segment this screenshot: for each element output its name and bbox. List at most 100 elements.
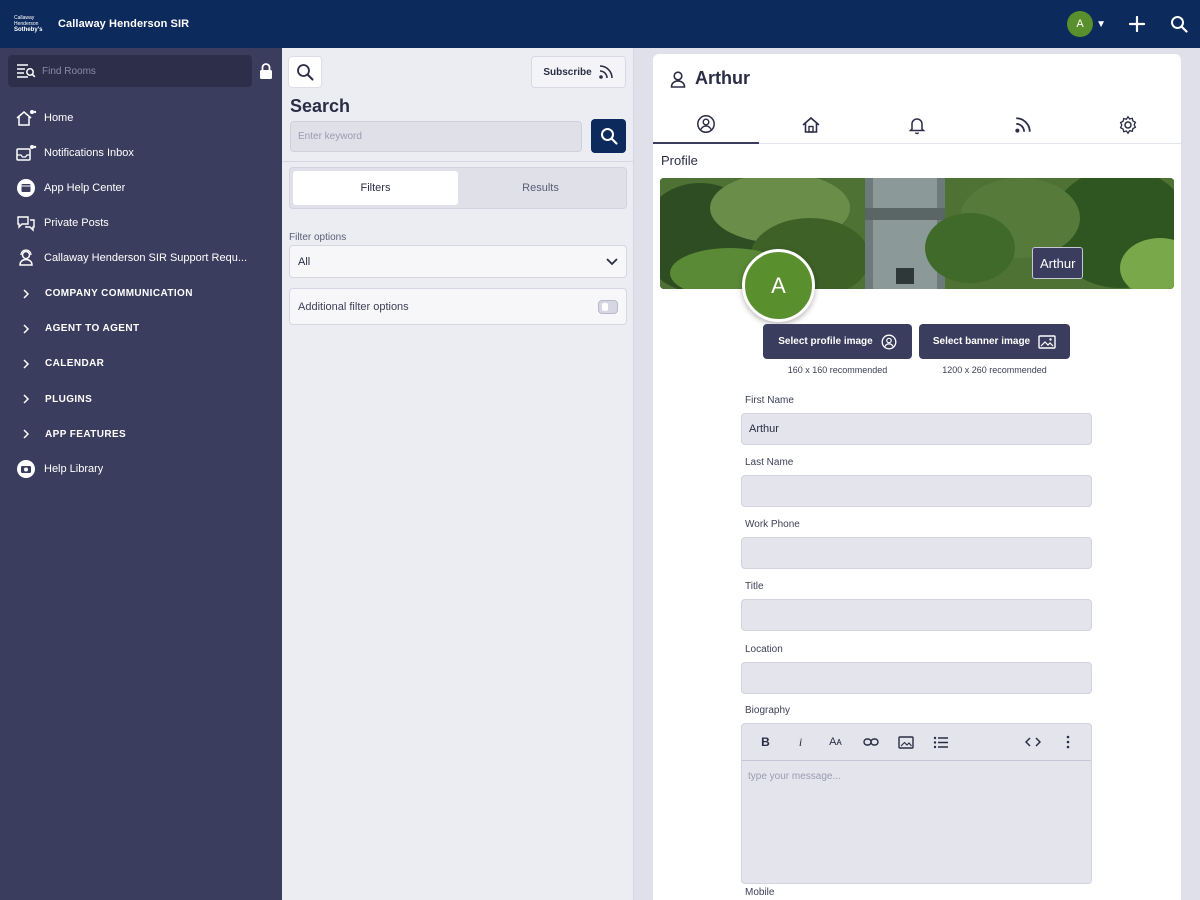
- chevron-right-icon: [18, 354, 34, 374]
- chevron-right-icon: [18, 424, 34, 444]
- select-banner-image-button[interactable]: Select banner image: [919, 324, 1070, 359]
- search-toggle-button[interactable]: [288, 56, 322, 88]
- divider: [282, 161, 634, 162]
- tab-notifications[interactable]: [864, 106, 970, 144]
- sidebar-section-label: AGENT TO AGENT: [45, 323, 140, 335]
- sidebar-item-label: Help Library: [44, 463, 104, 476]
- search-panel: Subscribe Search Filters Results Filter …: [282, 48, 634, 900]
- bullet-list-icon: [933, 736, 948, 748]
- italic-button[interactable]: i: [783, 727, 818, 757]
- sidebar-section-label: PLUGINS: [45, 393, 93, 405]
- sidebar-nav: Home Notifications Inbox App Help Center…: [0, 100, 282, 487]
- tab-filters[interactable]: Filters: [293, 171, 458, 205]
- additional-filter-options: Additional filter options: [289, 288, 627, 325]
- search-title: Search: [290, 96, 351, 116]
- banner-name-tag: Arthur: [1032, 247, 1084, 279]
- sidebar-section-company-communication[interactable]: COMPANY COMMUNICATION: [0, 276, 282, 311]
- banner-photo: [660, 178, 1174, 289]
- link-button[interactable]: [853, 727, 888, 757]
- filters-results-tabs: Filters Results: [289, 167, 627, 209]
- title-field[interactable]: [741, 599, 1092, 631]
- sidebar-item-label: Notifications Inbox: [44, 146, 134, 159]
- additional-filter-toggle[interactable]: [598, 299, 618, 314]
- sidebar-item-label: Home: [44, 111, 74, 124]
- tab-feeds[interactable]: [969, 106, 1076, 144]
- user-menu[interactable]: A ▼: [1067, 11, 1106, 37]
- sidebar-section-calendar[interactable]: CALENDAR: [0, 346, 282, 381]
- profile-name: Arthur: [695, 68, 750, 88]
- more-options-button[interactable]: [1050, 727, 1085, 757]
- filter-options-label: Filter options: [289, 232, 347, 243]
- sidebar-item-label: App Help Center: [44, 181, 126, 194]
- user-circle-icon: [881, 334, 897, 349]
- find-rooms-input[interactable]: [42, 65, 242, 77]
- kebab-menu-icon: [1066, 735, 1069, 749]
- first-name-label: First Name: [745, 395, 794, 406]
- sidebar-section-app-features[interactable]: APP FEATURES: [0, 417, 282, 452]
- last-name-field[interactable]: [741, 475, 1092, 507]
- subscribe-label: Subscribe: [543, 66, 592, 78]
- sidebar-item-private-posts[interactable]: Private Posts: [0, 206, 282, 241]
- filter-selected-value: All: [298, 255, 311, 268]
- bold-button[interactable]: B: [748, 727, 783, 757]
- insert-image-button[interactable]: [888, 727, 923, 757]
- chevron-right-icon: [18, 389, 34, 409]
- search-icon: [297, 64, 314, 81]
- sidebar-item-home[interactable]: Home: [0, 100, 282, 135]
- home-icon: [802, 116, 820, 133]
- sidebar-item-notifications-inbox[interactable]: Notifications Inbox: [0, 135, 282, 170]
- home-icon: [14, 108, 38, 128]
- biography-editor: B i Aᴀ: [741, 723, 1092, 884]
- code-icon: [1024, 737, 1041, 747]
- chevron-right-icon: [18, 319, 34, 339]
- profile-avatar[interactable]: A: [742, 249, 815, 322]
- profile-card: Arthur Profile Arthur A Select profile i…: [653, 54, 1181, 900]
- sidebar-section-agent-to-agent[interactable]: AGENT TO AGENT: [0, 311, 282, 346]
- profile-image-recommendation: 160 x 160 recommended: [787, 365, 888, 375]
- global-search-button[interactable]: [1158, 0, 1200, 48]
- tab-home[interactable]: [758, 106, 865, 144]
- bell-icon: [908, 117, 926, 134]
- brand-name[interactable]: Callaway Henderson SIR: [58, 18, 189, 30]
- editor-toolbar: B i Aᴀ: [742, 724, 1091, 761]
- lock-button[interactable]: [258, 62, 274, 85]
- filter-options-select[interactable]: All: [289, 245, 627, 278]
- mobile-label: Mobile: [745, 887, 775, 898]
- camera-circle-icon: [14, 459, 38, 479]
- location-label: Location: [745, 644, 783, 655]
- link-icon: [862, 738, 879, 746]
- tab-results[interactable]: Results: [458, 171, 623, 205]
- first-name-field[interactable]: [741, 413, 1092, 445]
- sidebar-item-support-requests[interactable]: Callaway Henderson SIR Support Requ...: [0, 241, 282, 276]
- keyword-input[interactable]: [290, 121, 582, 152]
- avatar[interactable]: A: [1067, 11, 1094, 37]
- tab-profile[interactable]: [653, 106, 759, 144]
- work-phone-field[interactable]: [741, 537, 1092, 569]
- banner-image: Arthur: [660, 178, 1174, 289]
- chevron-down-icon: [606, 257, 618, 265]
- lock-icon: [260, 63, 272, 79]
- sidebar: Home Notifications Inbox App Help Center…: [0, 48, 282, 900]
- profile-tabs: [653, 106, 1181, 144]
- sidebar-item-app-help-center[interactable]: App Help Center: [0, 170, 282, 205]
- biography-textarea[interactable]: [742, 762, 1091, 883]
- brand-logo[interactable]: Callaway Henderson Sotheby's: [14, 9, 48, 39]
- additional-filter-label: Additional filter options: [298, 300, 409, 313]
- location-field[interactable]: [741, 662, 1092, 694]
- select-profile-image-button[interactable]: Select profile image: [763, 324, 912, 359]
- font-size-button[interactable]: Aᴀ: [818, 727, 853, 757]
- caret-down-icon: ▼: [1096, 18, 1106, 30]
- sidebar-section-plugins[interactable]: PLUGINS: [0, 382, 282, 417]
- work-phone-label: Work Phone: [745, 519, 800, 530]
- tab-settings[interactable]: [1075, 106, 1181, 144]
- sidebar-item-help-library[interactable]: Help Library: [0, 452, 282, 487]
- list-button[interactable]: [923, 727, 958, 757]
- biography-label: Biography: [745, 705, 791, 716]
- banner-image-recommendation: 1200 x 260 recommended: [942, 365, 1047, 375]
- chevron-right-icon: [18, 284, 34, 304]
- subscribe-button[interactable]: Subscribe: [531, 56, 626, 88]
- code-view-button[interactable]: [1015, 727, 1050, 757]
- add-button[interactable]: [1116, 0, 1158, 48]
- rss-icon: [1014, 116, 1031, 133]
- search-submit-button[interactable]: [591, 119, 626, 153]
